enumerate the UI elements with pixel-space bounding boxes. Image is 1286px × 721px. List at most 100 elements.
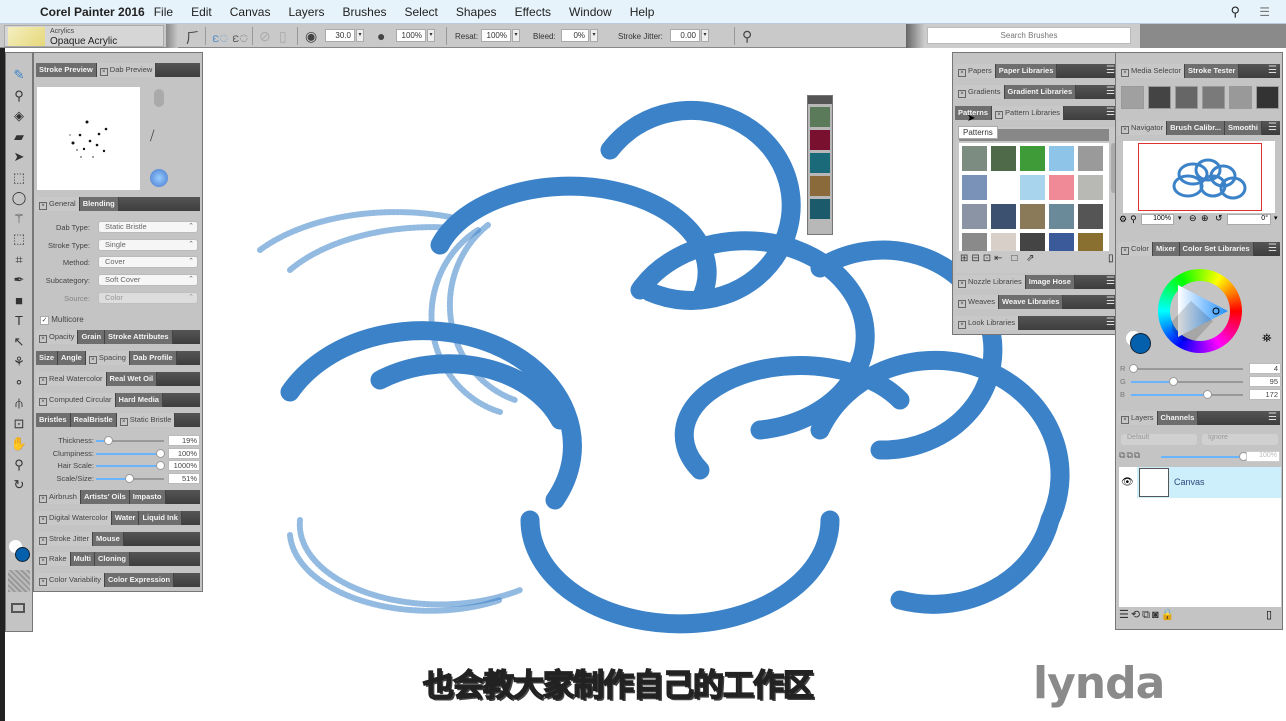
field-select[interactable]: Soft Cover [98,274,198,287]
mirror-painting-tool-icon[interactable]: ⚘ [7,352,31,373]
tab-paper-libraries[interactable]: Paper Libraries [995,64,1058,78]
panel-options-icon[interactable]: ☰ [1268,243,1277,254]
tab-brush-calibr[interactable]: Brush Calibr... [1167,121,1225,135]
close-icon[interactable]: × [39,202,47,210]
tab-cloning[interactable]: Cloning [95,552,130,566]
tab-real-watercolor[interactable]: × Real Watercolor [36,372,107,386]
grabber-tool-icon[interactable]: ✋ [7,434,31,455]
multicore-checkbox[interactable]: ✓ Multicore [40,315,84,325]
zoom-in-icon[interactable]: ⊕ [1201,213,1209,224]
close-icon[interactable]: × [39,578,47,586]
dab-profile-view-icon[interactable] [154,89,164,107]
dab-angle-view-icon[interactable]: ⧸ [150,128,154,144]
media-thumbnail[interactable] [1229,86,1252,109]
pattern-thumbnail[interactable] [962,233,987,251]
tab-smoothi[interactable]: Smoothi [1224,121,1262,135]
pattern-thumbnail[interactable] [1049,175,1074,200]
magnifier-icon[interactable]: ⚲ [1130,214,1137,224]
slider-value[interactable]: 100% [168,447,200,459]
field-select[interactable]: Static Bristle [98,221,198,233]
divine-proportion-tool-icon[interactable]: ⚬ [7,373,31,394]
panel-options-icon[interactable]: ☰ [1268,412,1277,423]
media-thumbnail[interactable] [1202,86,1225,109]
pattern-thumbnail[interactable] [962,146,987,171]
slider-knob[interactable] [1168,377,1178,386]
media-thumbnail[interactable] [1148,86,1171,109]
layer-opacity-field[interactable]: 100% [1246,451,1280,462]
clone-color-icon[interactable]: ⛯ [1262,331,1272,346]
close-icon[interactable]: × [88,356,97,364]
slider-track[interactable] [96,436,164,445]
tab-spacing[interactable]: × Spacing [85,351,130,365]
close-icon[interactable]: × [958,280,966,288]
palette-gradient-button[interactable] [810,130,830,150]
magnifier-tool-icon[interactable]: ⚲ [7,455,31,476]
tab-impasto[interactable]: Impasto [129,490,166,504]
tab-color-expression[interactable]: Color Expression [104,573,175,587]
selection-adjuster-tool-icon[interactable]: ⬚ [7,229,31,250]
rectangular-selection-tool-icon[interactable]: ⬚ [7,168,31,189]
tab-nozzle-libraries[interactable]: × Nozzle Libraries [955,275,1026,289]
pattern-thumbnail[interactable] [1020,233,1045,251]
layer-row-canvas[interactable]: Canvas [1137,467,1281,498]
tab-pattern-libraries[interactable]: × Pattern Libraries [992,106,1065,120]
layout-grid-tool-icon[interactable]: ⊡ [7,414,31,435]
shape-selection-tool-icon[interactable]: ↖ [7,332,31,353]
zoom-dropdown[interactable]: ▾ [1178,214,1182,222]
paint-bucket-tool-icon[interactable]: ◈ [7,106,31,127]
tab-stroke-preview[interactable]: Stroke Preview [36,63,97,77]
panel-options-icon[interactable]: ☰ [1106,317,1115,328]
panel-options-icon[interactable]: ☰ [1106,276,1115,287]
tab-digital-watercolor[interactable]: × Digital Watercolor [36,511,112,525]
pattern-thumbnail[interactable] [991,175,1016,200]
slider-knob[interactable] [1202,390,1212,399]
tab-real-wet-oil[interactable]: Real Wet Oil [106,372,158,386]
zoom-field[interactable]: 100% [1141,214,1174,225]
tab-weave-libraries[interactable]: Weave Libraries [998,295,1064,309]
slider-knob[interactable] [156,448,165,458]
pattern-thumbnail[interactable] [1049,146,1074,171]
tab-static-bristle[interactable]: × Static Bristle [116,413,176,427]
slider-knob[interactable] [1128,364,1138,373]
pattern-library-actions[interactable]: ⊞⊟⊡⇤ □ ⇗ [960,253,1038,264]
close-icon[interactable]: × [1121,247,1129,255]
navigator-view[interactable] [1123,141,1275,213]
dab-bristle-view-icon[interactable] [150,169,168,187]
layer-adjuster-tool-icon[interactable]: ➤ [7,147,31,168]
dropper-tool-icon[interactable]: ⚲ [7,86,31,107]
delete-icon[interactable]: ▯ [1108,253,1114,264]
perspective-guides-tool-icon[interactable]: ⫛ [7,393,31,414]
main-color-swatch[interactable] [15,547,30,562]
composite-method-select[interactable]: Default [1121,434,1197,445]
close-icon[interactable]: × [39,335,47,343]
palette-pattern-button[interactable] [810,107,830,127]
tab-layers[interactable]: × Layers [1118,411,1158,425]
slider-value[interactable]: 51% [168,472,200,484]
tab-hard-media[interactable]: Hard Media [115,393,163,407]
screen-mode-icon[interactable] [11,603,25,613]
close-icon[interactable]: × [119,418,128,426]
close-icon[interactable]: × [39,557,47,565]
rotate-page-tool-icon[interactable]: ↻ [7,475,31,496]
close-icon[interactable]: × [958,69,966,77]
panel-options-icon[interactable]: ☰ [1268,65,1277,76]
tab-grain[interactable]: Grain [78,330,106,344]
magic-wand-tool-icon[interactable]: ⚚ [7,209,31,230]
rotation-field[interactable]: 0° [1227,214,1271,225]
pattern-thumbnail[interactable] [991,233,1016,251]
slider-knob[interactable] [104,436,114,445]
tab-navigator[interactable]: × Navigator [1118,121,1168,135]
pattern-thumbnail[interactable] [1078,175,1103,200]
tab-bristles[interactable]: Bristles [36,413,71,427]
slider-track[interactable] [96,473,164,483]
pattern-thumbnail[interactable] [991,204,1016,229]
close-icon[interactable]: × [1121,69,1129,77]
pattern-thumbnail[interactable] [1078,146,1103,171]
tab-size[interactable]: Size [36,351,59,365]
tab-dab-profile[interactable]: Dab Profile [129,351,177,365]
layer-opacity-slider[interactable] [1161,452,1248,461]
composite-depth-select[interactable]: Ignore [1202,434,1278,445]
rotate-icon[interactable]: ↺ [1215,213,1223,224]
crop-tool-icon[interactable]: ⌗ [7,250,31,271]
palette-nozzle-button[interactable] [810,153,830,173]
